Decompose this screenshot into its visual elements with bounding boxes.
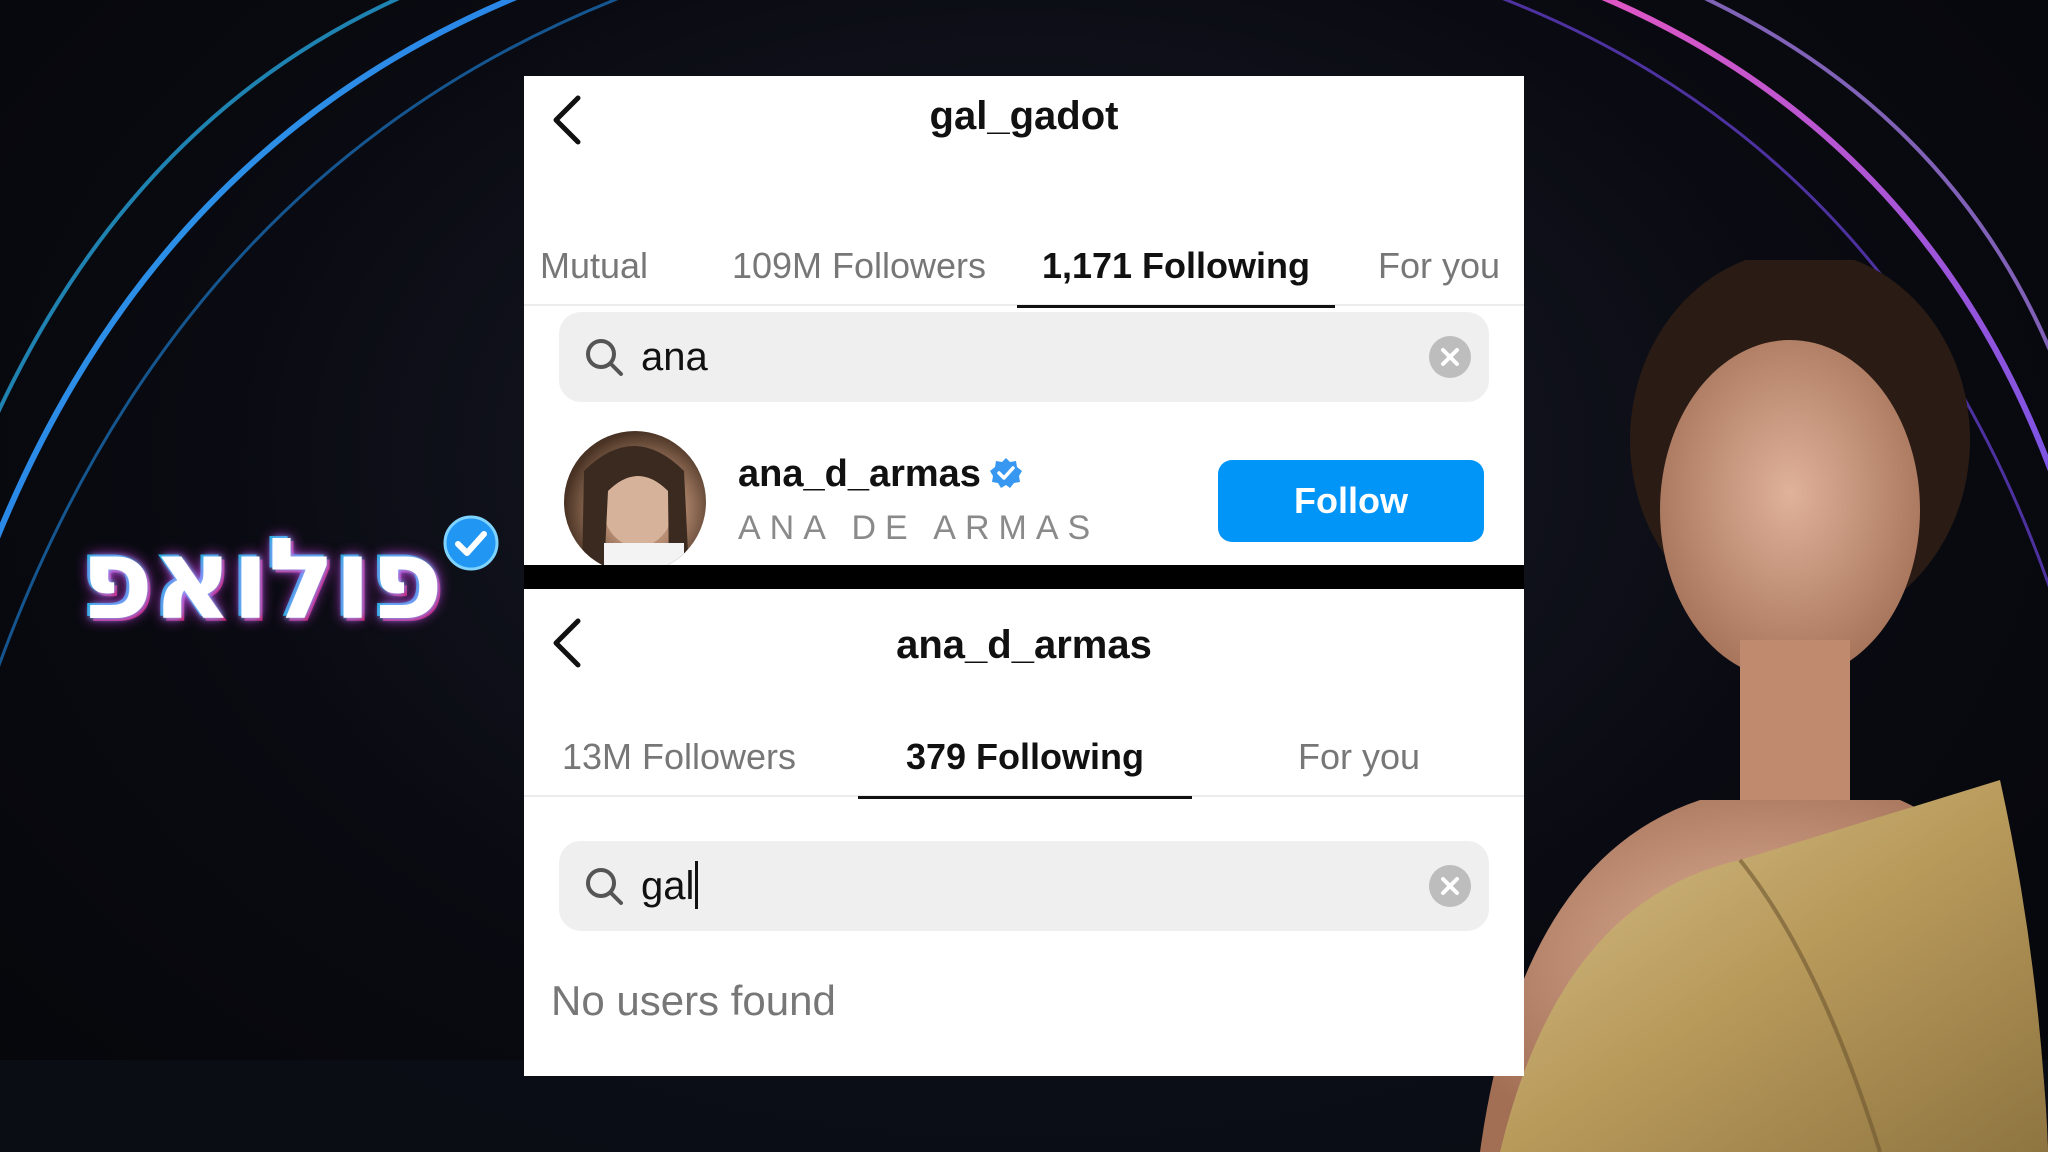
- ana-de-armas-following-screen: ana_d_armas 13M Followers 379 Following …: [524, 589, 1524, 1076]
- search-query-text: gal: [641, 864, 695, 908]
- follow-button[interactable]: Follow: [1218, 460, 1484, 542]
- tab-following[interactable]: 1,171 Following: [1017, 226, 1335, 308]
- search-query: gal: [641, 861, 699, 911]
- tab-bar: Mutual 109M Followers 1,171 Following Fo…: [524, 226, 1524, 308]
- verified-badge-icon: [443, 515, 499, 571]
- profile-title: gal_gadot: [929, 94, 1119, 138]
- gal-gadot-following-screen: gal_gadot Mutual 109M Followers 1,171 Fo…: [524, 76, 1524, 565]
- user-list-item[interactable]: ana_d_armas ANA DE ARMAS Follow: [524, 431, 1524, 565]
- search-icon: [586, 339, 623, 376]
- search-input[interactable]: ana: [559, 312, 1489, 402]
- avatar: [564, 431, 706, 565]
- close-icon: [1441, 877, 1459, 895]
- clear-search-button[interactable]: [1429, 865, 1471, 907]
- profile-title: ana_d_armas: [896, 623, 1152, 667]
- clear-search-button[interactable]: [1429, 336, 1471, 378]
- verified-icon: [989, 457, 1022, 488]
- tab-followers[interactable]: 13M Followers: [554, 717, 804, 797]
- search-query: ana: [641, 335, 708, 379]
- tab-following[interactable]: 379 Following: [858, 717, 1192, 799]
- celebrity-photo: [1480, 260, 2048, 1152]
- search-input[interactable]: gal: [559, 841, 1489, 931]
- tab-followers[interactable]: 109M Followers: [714, 226, 1004, 306]
- tab-bar: 13M Followers 379 Following For you: [524, 717, 1524, 799]
- brand-logo: פולואפ: [80, 515, 500, 645]
- panel-divider: [524, 565, 1524, 589]
- brand-logo-text: פולואפ: [80, 515, 444, 645]
- result-username-text: ana_d_armas: [738, 453, 981, 495]
- text-caret: [695, 861, 699, 910]
- empty-results-message: No users found: [551, 977, 836, 1024]
- result-full-name: ANA DE ARMAS: [738, 509, 1100, 547]
- close-icon: [1441, 348, 1459, 366]
- tab-mutual[interactable]: Mutual: [534, 226, 654, 306]
- tab-for-you[interactable]: For you: [1364, 226, 1514, 306]
- search-icon: [586, 868, 623, 905]
- result-username: ana_d_armas: [738, 453, 1023, 496]
- tab-for-you[interactable]: For you: [1284, 717, 1434, 797]
